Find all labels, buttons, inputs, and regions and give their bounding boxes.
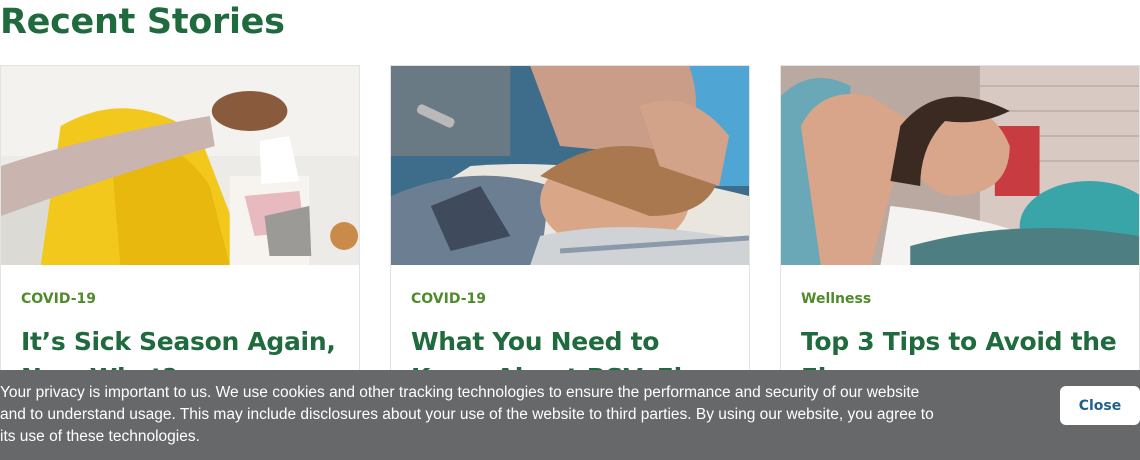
story-image[interactable] bbox=[391, 66, 749, 265]
story-category: Wellness bbox=[801, 291, 872, 307]
story-category: COVID-19 bbox=[21, 291, 97, 307]
section-title: Recent Stories bbox=[0, 2, 285, 42]
cookie-banner: Your privacy is important to us. We use … bbox=[0, 370, 1140, 460]
story-category: COVID-19 bbox=[411, 291, 487, 307]
story-image[interactable] bbox=[781, 66, 1139, 265]
story-image[interactable] bbox=[1, 66, 359, 265]
cookie-text: Your privacy is important to us. We use … bbox=[0, 384, 934, 445]
close-button[interactable]: Close bbox=[1060, 386, 1140, 425]
